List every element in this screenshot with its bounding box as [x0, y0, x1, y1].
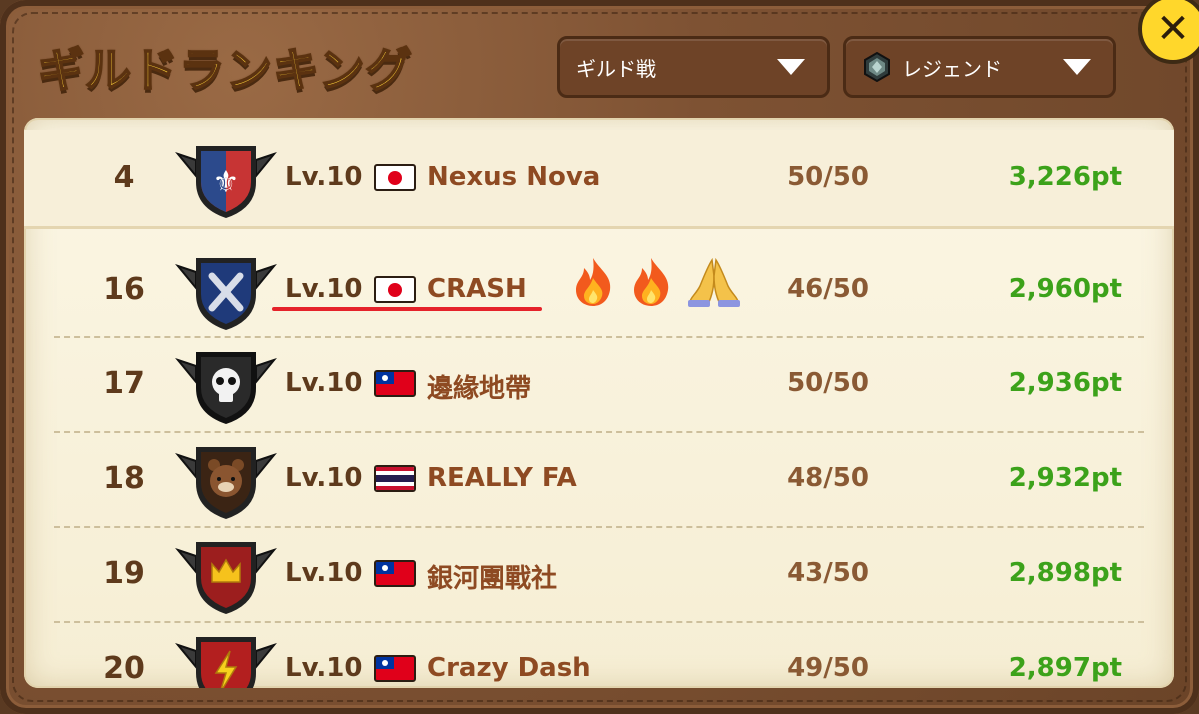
- guild-points: 2,897pt: [1008, 653, 1122, 683]
- mode-dropdown-label: ギルド戦: [576, 56, 656, 81]
- chevron-down-icon: [1063, 59, 1091, 75]
- mode-dropdown[interactable]: ギルド戦: [557, 36, 830, 98]
- guild-points: 2,898pt: [1008, 558, 1122, 588]
- svg-text:⚜: ⚜: [213, 165, 240, 200]
- ranking-row[interactable]: 4 ⚜ Lv.10 Nexus Nova 50/50 3,226pt: [24, 130, 1174, 229]
- crossed-swords-shield-icon: [175, 258, 277, 330]
- highlight-underline: [272, 307, 542, 311]
- chevron-down-icon: [777, 59, 805, 75]
- praying-hands-emoji-icon: [688, 257, 740, 307]
- taiwan-flag-icon: [374, 655, 416, 682]
- guild-level: Lv.10: [285, 463, 363, 493]
- japan-flag-icon: [374, 276, 416, 303]
- guild-points: 3,226pt: [1008, 162, 1122, 192]
- thailand-flag-icon: [374, 465, 416, 492]
- guild-name[interactable]: 銀河團戰社: [427, 558, 557, 595]
- member-count: 49/50: [787, 653, 869, 683]
- league-dropdown-label: レジェンド: [902, 56, 1002, 81]
- fire-emoji-icon: [634, 258, 669, 306]
- ranking-row[interactable]: 20 Lv.10 Crazy Dash 49/50 2,897pt: [24, 623, 1174, 688]
- member-count: 43/50: [787, 558, 869, 588]
- ranking-row[interactable]: 18 Lv.10 REALLY FA 48/50 2,932pt: [24, 433, 1174, 529]
- guild-level: Lv.10: [285, 368, 363, 398]
- guild-points: 2,932pt: [1008, 463, 1122, 493]
- bear-shield-icon: [175, 447, 277, 519]
- guild-level: Lv.10: [285, 162, 363, 192]
- ranking-row[interactable]: 17 Lv.10 邊緣地帶 50/50 2,936pt: [24, 338, 1174, 434]
- page-title: ギルドランキング: [37, 42, 413, 98]
- legend-gem-icon: [864, 52, 890, 82]
- rank-number: 17: [103, 366, 145, 401]
- taiwan-flag-icon: [374, 560, 416, 587]
- rank-number: 16: [103, 272, 145, 307]
- rank-number: 4: [113, 160, 135, 195]
- league-dropdown[interactable]: レジェンド: [843, 36, 1116, 98]
- close-button[interactable]: ✕: [1138, 0, 1199, 64]
- member-count: 50/50: [787, 162, 869, 192]
- rank-number: 20: [103, 651, 145, 686]
- guild-name[interactable]: REALLY FA: [427, 463, 577, 493]
- ranking-row[interactable]: 16 Lv.10 CRASH 46/50 2,960pt: [24, 240, 1174, 336]
- rank-number: 19: [103, 556, 145, 591]
- lightning-shield-icon: [175, 637, 277, 688]
- skull-shield-icon: [175, 352, 277, 424]
- member-count: 48/50: [787, 463, 869, 493]
- guild-name[interactable]: Crazy Dash: [427, 653, 591, 683]
- guild-name[interactable]: 邊緣地帶: [427, 368, 531, 405]
- japan-flag-icon: [374, 164, 416, 191]
- guild-points: 2,936pt: [1008, 368, 1122, 398]
- guild-level: Lv.10: [285, 653, 363, 683]
- ranking-row[interactable]: 19 Lv.10 銀河團戰社 43/50 2,898pt: [24, 528, 1174, 624]
- guild-level: Lv.10: [285, 558, 363, 588]
- member-count: 50/50: [787, 368, 869, 398]
- guild-name[interactable]: Nexus Nova: [427, 162, 600, 192]
- taiwan-flag-icon: [374, 370, 416, 397]
- member-count: 46/50: [787, 274, 869, 304]
- crown-shield-icon: [175, 542, 277, 614]
- guild-name[interactable]: CRASH: [427, 274, 527, 304]
- fire-emoji-icon: [576, 258, 611, 306]
- fleur-de-lis-shield-icon: ⚜: [175, 146, 277, 218]
- ranking-list[interactable]: 4 ⚜ Lv.10 Nexus Nova 50/50 3,226pt 16 Lv…: [24, 118, 1174, 688]
- guild-points: 2,960pt: [1008, 274, 1122, 304]
- close-icon: ✕: [1156, 6, 1190, 52]
- rank-number: 18: [103, 461, 145, 496]
- guild-level: Lv.10: [285, 274, 363, 304]
- ranking-window: ギルドランキング ギルド戦 レジェンド ✕ 4 ⚜ Lv.10 Nexus No…: [0, 0, 1199, 714]
